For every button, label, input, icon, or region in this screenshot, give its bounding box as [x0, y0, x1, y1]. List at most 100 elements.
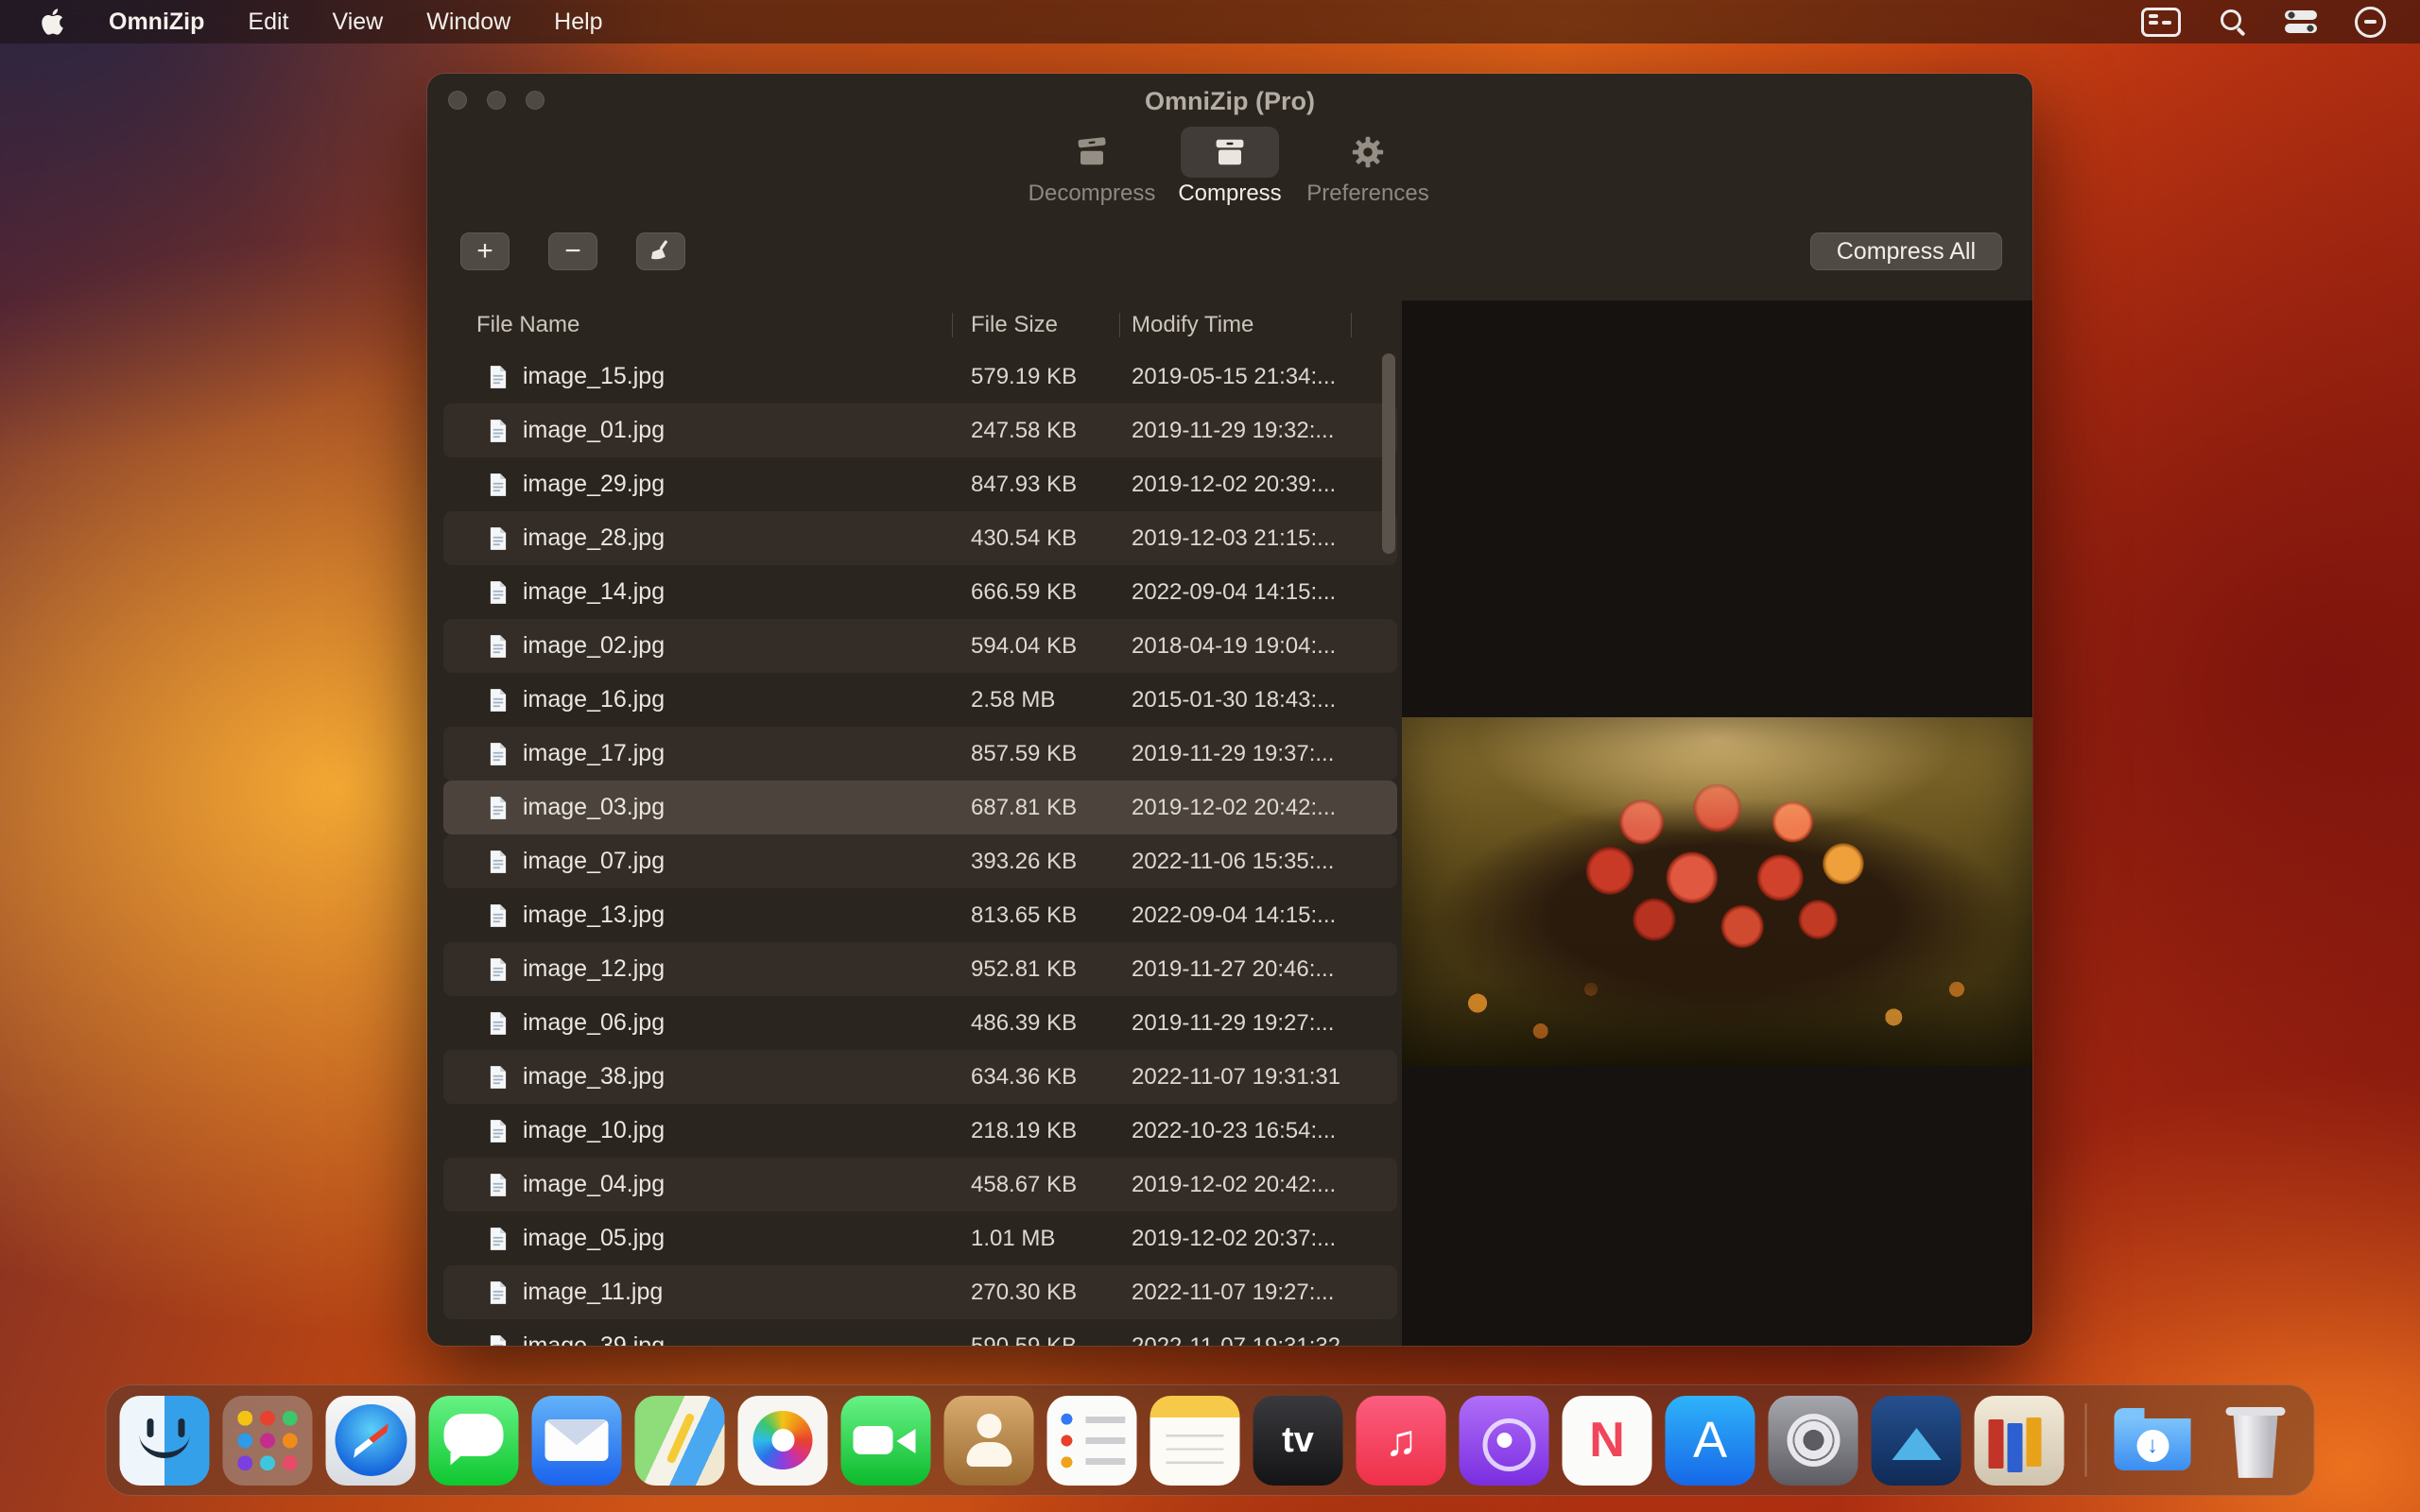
menu-edit[interactable]: Edit	[226, 9, 310, 35]
file-size: 813.65 KB	[953, 902, 1120, 929]
table-row[interactable]: image_16.jpg 2.58 MB 2015-01-30 18:43:..…	[443, 673, 1397, 727]
file-mtime: 2019-12-02 20:42:...	[1120, 795, 1397, 821]
table-row[interactable]: image_29.jpg 847.93 KB 2019-12-02 20:39:…	[443, 457, 1397, 511]
compress-all-button[interactable]: Compress All	[1810, 232, 2002, 270]
column-header-modify-time[interactable]: Modify Time	[1120, 301, 1352, 350]
table-row[interactable]: image_28.jpg 430.54 KB 2019-12-03 21:15:…	[443, 511, 1397, 565]
toolbar-tabs: Decompress Compress Preferences	[427, 127, 2032, 217]
file-name: image_28.jpg	[523, 524, 665, 552]
dock-blueapp-icon[interactable]	[1872, 1396, 1962, 1486]
table-row[interactable]: image_02.jpg 594.04 KB 2018-04-19 19:04:…	[443, 619, 1397, 673]
table-row[interactable]: image_17.jpg 857.59 KB 2019-11-29 19:37:…	[443, 727, 1397, 781]
file-name: image_14.jpg	[523, 578, 665, 606]
dock-launchpad-icon[interactable]	[223, 1396, 313, 1486]
control-center-icon[interactable]	[2285, 10, 2317, 33]
file-mtime: 2019-12-03 21:15:...	[1120, 525, 1397, 552]
file-mtime: 2019-12-02 20:37:...	[1120, 1226, 1397, 1252]
menu-window[interactable]: Window	[405, 9, 532, 35]
dock-reminders-icon[interactable]	[1047, 1396, 1137, 1486]
table-row[interactable]: image_04.jpg 458.67 KB 2019-12-02 20:42:…	[443, 1158, 1397, 1211]
table-row[interactable]: image_10.jpg 218.19 KB 2022-10-23 16:54:…	[443, 1104, 1397, 1158]
dock-appletv-icon[interactable]	[1253, 1396, 1343, 1486]
dock-downloads-icon[interactable]	[2108, 1396, 2198, 1486]
file-name: image_16.jpg	[523, 686, 665, 713]
file-size: 430.54 KB	[953, 525, 1120, 552]
dock-notes-icon[interactable]	[1150, 1396, 1240, 1486]
dock-podcasts-icon[interactable]	[1460, 1396, 1549, 1486]
dock-photos-icon[interactable]	[738, 1396, 828, 1486]
jpg-file-icon	[488, 472, 509, 497]
file-name: image_04.jpg	[523, 1171, 665, 1198]
scrollbar-thumb[interactable]	[1382, 353, 1395, 554]
file-name: image_01.jpg	[523, 417, 665, 444]
dock-mail-icon[interactable]	[532, 1396, 622, 1486]
clear-list-button[interactable]	[636, 232, 685, 270]
table-row[interactable]: image_05.jpg 1.01 MB 2019-12-02 20:37:..…	[443, 1211, 1397, 1265]
file-mtime: 2019-12-02 20:39:...	[1120, 472, 1397, 498]
dock-appstore-icon[interactable]	[1666, 1396, 1755, 1486]
file-size: 2.58 MB	[953, 687, 1120, 713]
dock-facetime-icon[interactable]	[841, 1396, 931, 1486]
tab-decompress[interactable]: Decompress	[1035, 127, 1149, 217]
dock-maps-icon[interactable]	[635, 1396, 725, 1486]
dock-settings-icon[interactable]	[1769, 1396, 1858, 1486]
dock-music-icon[interactable]	[1357, 1396, 1446, 1486]
file-mtime: 2022-11-06 15:35:...	[1120, 849, 1397, 875]
dock-messages-icon[interactable]	[429, 1396, 519, 1486]
dock-omnizip-icon[interactable]	[1975, 1396, 2065, 1486]
menu-view[interactable]: View	[310, 9, 405, 35]
table-row[interactable]: image_39.jpg 590.59 KB 2022-11-07 19:31:…	[443, 1319, 1397, 1346]
file-name: image_02.jpg	[523, 632, 665, 660]
file-name: image_11.jpg	[523, 1279, 663, 1306]
apple-menu-icon[interactable]	[28, 8, 76, 36]
dock-finder-icon[interactable]	[120, 1396, 210, 1486]
table-row[interactable]: image_06.jpg 486.39 KB 2019-11-29 19:27:…	[443, 996, 1397, 1050]
table-row[interactable]: image_15.jpg 579.19 KB 2019-05-15 21:34:…	[443, 350, 1397, 404]
remove-files-button[interactable]: −	[548, 232, 597, 270]
file-mtime: 2022-09-04 14:15:...	[1120, 579, 1397, 606]
dock-safari-icon[interactable]	[326, 1396, 416, 1486]
file-table: File NameFile SizeModify Time image_15.j…	[443, 301, 1397, 1346]
file-name: image_17.jpg	[523, 740, 665, 767]
column-header-file-name[interactable]: File Name	[443, 301, 953, 350]
file-mtime: 2019-12-02 20:42:...	[1120, 1172, 1397, 1198]
table-row[interactable]: image_07.jpg 393.26 KB 2022-11-06 15:35:…	[443, 834, 1397, 888]
table-row[interactable]: image_38.jpg 634.36 KB 2022-11-07 19:31:…	[443, 1050, 1397, 1104]
table-row[interactable]: image_01.jpg 247.58 KB 2019-11-29 19:32:…	[443, 404, 1397, 457]
tab-compress[interactable]: Compress	[1173, 127, 1287, 217]
dock-contacts-icon[interactable]	[944, 1396, 1034, 1486]
file-mtime: 2019-11-29 19:37:...	[1120, 741, 1397, 767]
desktop: OmniZip EditViewWindowHelp OmniZip (Pro)…	[0, 0, 2420, 1512]
file-mtime: 2019-11-29 19:27:...	[1120, 1010, 1397, 1037]
dock-trash-icon[interactable]	[2211, 1396, 2301, 1486]
focus-icon[interactable]	[2355, 7, 2386, 38]
table-row[interactable]: image_13.jpg 813.65 KB 2022-09-04 14:15:…	[443, 888, 1397, 942]
menu-bar: OmniZip EditViewWindowHelp	[0, 0, 2420, 43]
tab-preferences[interactable]: Preferences	[1311, 127, 1425, 217]
title-bar[interactable]: OmniZip (Pro)	[427, 74, 2032, 127]
dock-news-icon[interactable]	[1563, 1396, 1652, 1486]
file-name: image_15.jpg	[523, 363, 665, 390]
broom-icon	[647, 238, 675, 265]
file-name: image_06.jpg	[523, 1009, 665, 1037]
table-row[interactable]: image_12.jpg 952.81 KB 2019-11-27 20:46:…	[443, 942, 1397, 996]
menu-help[interactable]: Help	[532, 9, 624, 35]
table-row[interactable]: image_03.jpg 687.81 KB 2019-12-02 20:42:…	[443, 781, 1397, 834]
action-bar: + − Compress All	[427, 217, 2032, 301]
file-size: 218.19 KB	[953, 1118, 1120, 1144]
decompress-icon	[1043, 127, 1141, 178]
display-icon[interactable]	[2141, 8, 2181, 37]
add-files-button[interactable]: +	[460, 232, 510, 270]
jpg-file-icon	[488, 957, 509, 982]
file-mtime: 2022-09-04 14:15:...	[1120, 902, 1397, 929]
table-scrollbar[interactable]	[1382, 353, 1395, 1342]
menu-app-name[interactable]: OmniZip	[87, 9, 226, 36]
column-header-file-size[interactable]: File Size	[953, 301, 1120, 350]
table-row[interactable]: image_14.jpg 666.59 KB 2022-09-04 14:15:…	[443, 565, 1397, 619]
dock	[106, 1384, 2315, 1496]
file-name: image_13.jpg	[523, 902, 665, 929]
table-row[interactable]: image_11.jpg 270.30 KB 2022-11-07 19:27:…	[443, 1265, 1397, 1319]
search-icon[interactable]	[2219, 8, 2247, 36]
file-mtime: 2019-11-27 20:46:...	[1120, 956, 1397, 983]
file-mtime: 2019-05-15 21:34:...	[1120, 364, 1397, 390]
